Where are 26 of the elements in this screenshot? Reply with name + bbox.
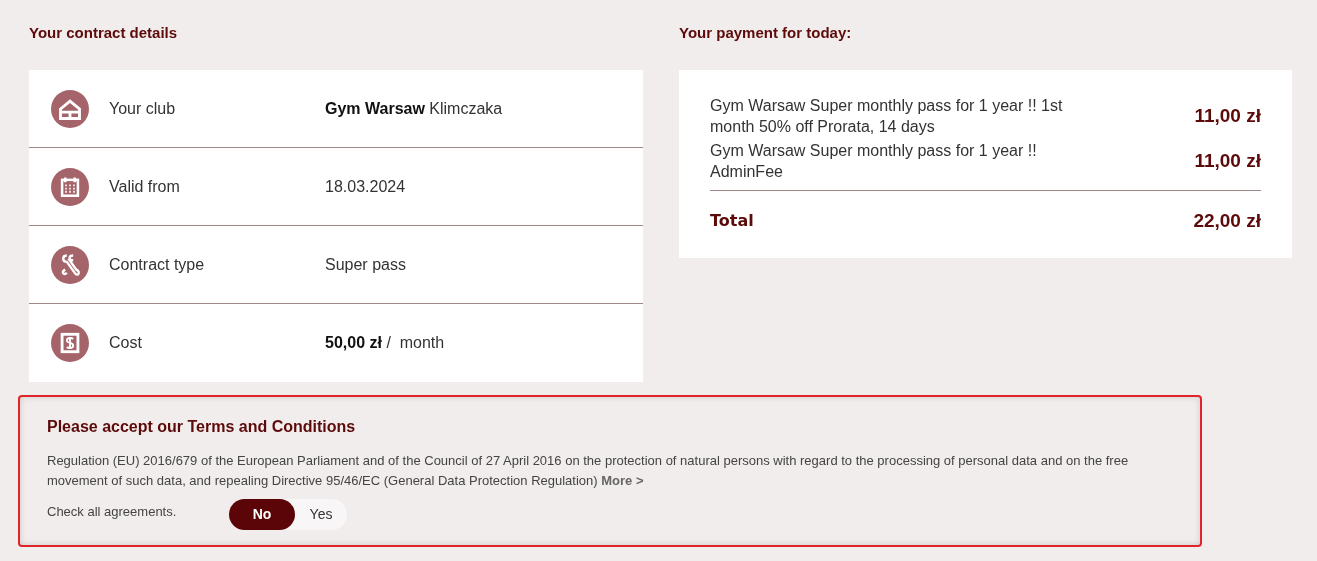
terms-text: Regulation (EU) 2016/679 of the European Parliament and of the Council of 27 April 2016 on the protection of natural persons with regard to the processing of personal data and on the free movement of such data, and repealing Directive 95/46/EC (General Data Protection Regulation) More >	[47, 452, 1130, 490]
item-amount: 11,00 zł	[1194, 103, 1261, 128]
row-value: Gym Warsaw Klimczaka	[325, 98, 503, 119]
terms-title: Please accept our Terms and Conditions	[47, 417, 357, 437]
dollar-icon	[51, 324, 89, 362]
calendar-icon	[51, 167, 89, 206]
item-amount: 11,00 zł	[1194, 148, 1261, 173]
row-label: Contract type	[109, 254, 206, 275]
row-label: Your club	[109, 98, 177, 119]
section-title: Your contract details	[29, 23, 179, 42]
check-all-label: Check all agreements.	[47, 502, 178, 521]
toggle-option[interactable]: Yes	[295, 499, 347, 530]
section-title: Your payment for today:	[679, 23, 853, 42]
item-description: Gym Warsaw Super monthly pass for 1 year !! AdminFee	[710, 141, 1038, 182]
item-description: Gym Warsaw Super monthly pass for 1 year !! 1st month 50% off Prorata, 14 days	[710, 96, 1064, 137]
row-value: Super pass	[325, 254, 406, 275]
row-label: Valid from	[109, 176, 181, 197]
total-label: Total	[710, 210, 754, 233]
yes-no-toggle[interactable]: No Yes	[229, 499, 347, 530]
row-label: Cost	[109, 333, 143, 353]
total-amount: 22,00 zł	[1193, 209, 1261, 233]
more-link[interactable]: More >	[601, 473, 644, 488]
house-icon	[51, 89, 89, 128]
row-value: 18.03.2024	[325, 176, 406, 197]
row-value: 50,00 zł / month	[325, 333, 445, 353]
toggle-option[interactable]: No	[229, 499, 295, 530]
